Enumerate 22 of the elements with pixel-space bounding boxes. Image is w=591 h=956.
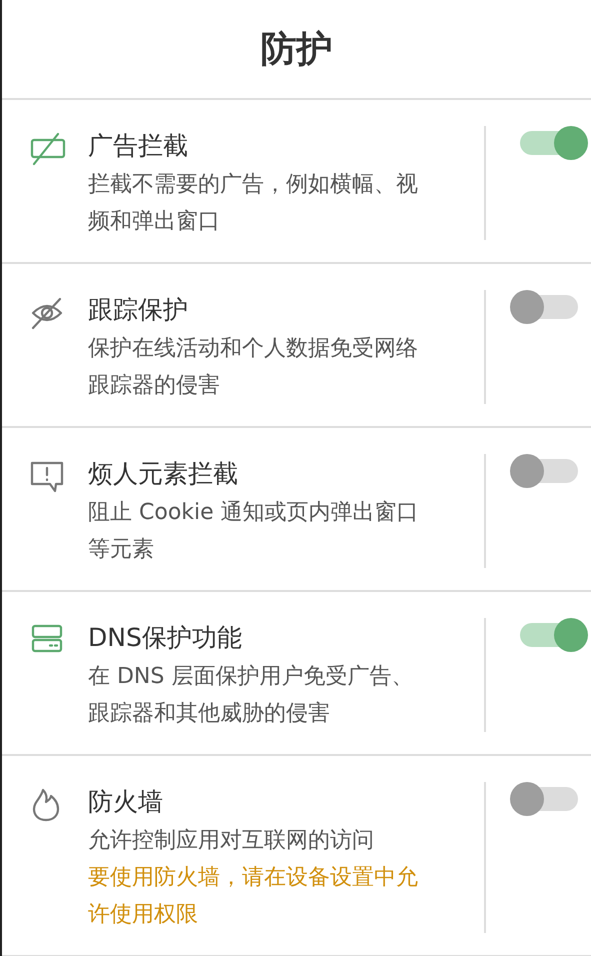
feature-description: 在 DNS 层面保护用户免受广告、跟踪器和其他威胁的侵害	[88, 663, 414, 728]
crossed-rectangle-icon	[30, 132, 66, 166]
toggle-switch[interactable]	[510, 454, 578, 488]
crossed-eye-icon	[30, 296, 64, 330]
toggle-switch[interactable]	[510, 782, 578, 816]
feature-title: 防火墙	[88, 786, 164, 818]
toggle-switch[interactable]	[510, 290, 578, 324]
toggle-switch[interactable]	[520, 126, 588, 160]
alert-message-icon	[30, 460, 64, 494]
server-icon	[30, 624, 64, 654]
feature-title: DNS保护功能	[88, 622, 243, 654]
feature-description: 允许控制应用对互联网的访问	[88, 827, 375, 855]
feature-description: 保护在线活动和个人数据免受网络跟踪器的侵害	[88, 335, 419, 400]
feature-description: 阻止 Cookie 通知或页内弹出窗口等元素	[88, 499, 420, 564]
page-title: 防护	[260, 28, 332, 72]
feature-title: 跟踪保护	[88, 294, 189, 326]
toggle-switch[interactable]	[520, 618, 588, 652]
feature-description: 拦截不需要的广告，例如横幅、视频和弹出窗口	[88, 171, 419, 236]
permission-warning: 要使用防火墙，请在设备设置中允许使用权限	[88, 864, 419, 929]
flame-icon	[30, 788, 62, 822]
feature-title: 烦人元素拦截	[88, 458, 239, 490]
feature-title: 广告拦截	[88, 130, 189, 162]
